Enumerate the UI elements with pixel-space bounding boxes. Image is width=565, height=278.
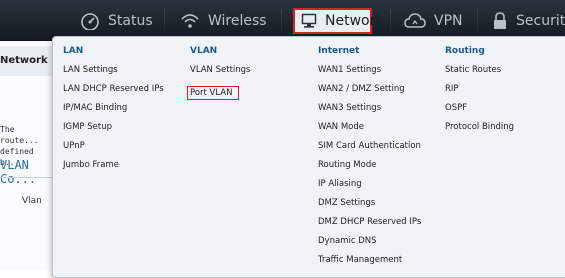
menu-item-traffic-management[interactable]: Traffic Management (318, 251, 421, 270)
section-divider (0, 177, 52, 178)
nav-vpn-label: VPN (434, 13, 463, 29)
nav-vpn[interactable]: VPN (404, 8, 463, 34)
menu-heading-internet: Internet (318, 46, 360, 56)
nav-divider (477, 9, 478, 31)
menu-item-routing-mode[interactable]: Routing Mode (318, 156, 421, 175)
menu-heading-vlan: VLAN (190, 46, 218, 56)
nav-divider (281, 9, 282, 31)
menu-item-wan2-dmz-setting[interactable]: WAN2 / DMZ Setting (318, 80, 421, 99)
menu-item-vlan-settings[interactable]: VLAN Settings (190, 61, 250, 80)
nav-divider (390, 9, 391, 31)
menu-item-wan1-settings[interactable]: WAN1 Settings (318, 61, 421, 80)
cloud-icon (404, 12, 426, 30)
menu-column-vlan: VLAN VLAN Settings Port VLAN (187, 46, 250, 103)
wifi-icon (180, 12, 200, 30)
menu-item-dmz-dhcp-reserved[interactable]: DMZ DHCP Reserved IPs (318, 213, 421, 232)
nav-status-label: Status (108, 13, 153, 29)
menu-item-wan3-settings[interactable]: WAN3 Settings (318, 99, 421, 118)
nav-wireless-label: Wireless (208, 13, 267, 29)
menu-column-internet: Internet WAN1 Settings WAN2 / DMZ Settin… (318, 46, 421, 270)
nav-wireless[interactable]: Wireless (180, 8, 267, 34)
menu-item-dmz-settings[interactable]: DMZ Settings (318, 194, 421, 213)
gauge-icon (80, 12, 100, 30)
top-nav-bar: Status Wireless Network VPN Securit (0, 0, 565, 41)
section-title: VLAN Co... (0, 158, 37, 186)
menu-column-routing: Routing Static Routes RIP OSPF Protocol … (445, 46, 514, 137)
nav-divider (164, 9, 165, 31)
menu-item-rip[interactable]: RIP (445, 80, 514, 99)
menu-item-ip-mac-binding[interactable]: IP/MAC Binding (63, 99, 164, 118)
page-tab-label: Network (0, 55, 48, 66)
monitor-icon (301, 13, 317, 29)
network-dropdown-menu: LAN LAN Settings LAN DHCP Reserved IPs I… (52, 36, 565, 278)
menu-item-igmp-setup[interactable]: IGMP Setup (63, 118, 164, 137)
nav-network[interactable]: Network (293, 8, 383, 34)
menu-item-sim-card-auth[interactable]: SIM Card Authentication (318, 137, 421, 156)
menu-item-wan-mode[interactable]: WAN Mode (318, 118, 421, 137)
menu-item-dynamic-dns[interactable]: Dynamic DNS (318, 232, 421, 251)
table-column-header: Vlan (22, 196, 42, 206)
nav-network-label: Network (325, 13, 384, 29)
menu-item-protocol-binding[interactable]: Protocol Binding (445, 118, 514, 137)
nav-status[interactable]: Status (80, 8, 153, 34)
menu-heading-lan: LAN (63, 46, 84, 56)
lock-icon (492, 12, 508, 30)
menu-item-port-vlan[interactable]: Port VLAN (187, 86, 240, 100)
menu-heading-routing: Routing (445, 46, 485, 56)
menu-item-static-routes[interactable]: Static Routes (445, 61, 514, 80)
menu-column-lan: LAN LAN Settings LAN DHCP Reserved IPs I… (63, 46, 164, 175)
menu-item-lan-settings[interactable]: LAN Settings (63, 61, 164, 80)
menu-item-ip-aliasing[interactable]: IP Aliasing (318, 175, 421, 194)
menu-item-lan-dhcp-reserved[interactable]: LAN DHCP Reserved IPs (63, 80, 164, 99)
menu-item-ospf[interactable]: OSPF (445, 99, 514, 118)
menu-item-upnp[interactable]: UPnP (63, 137, 164, 156)
nav-security-label: Security (516, 13, 565, 29)
nav-security[interactable]: Security (492, 8, 565, 34)
menu-item-jumbo-frame[interactable]: Jumbo Frame (63, 156, 164, 175)
